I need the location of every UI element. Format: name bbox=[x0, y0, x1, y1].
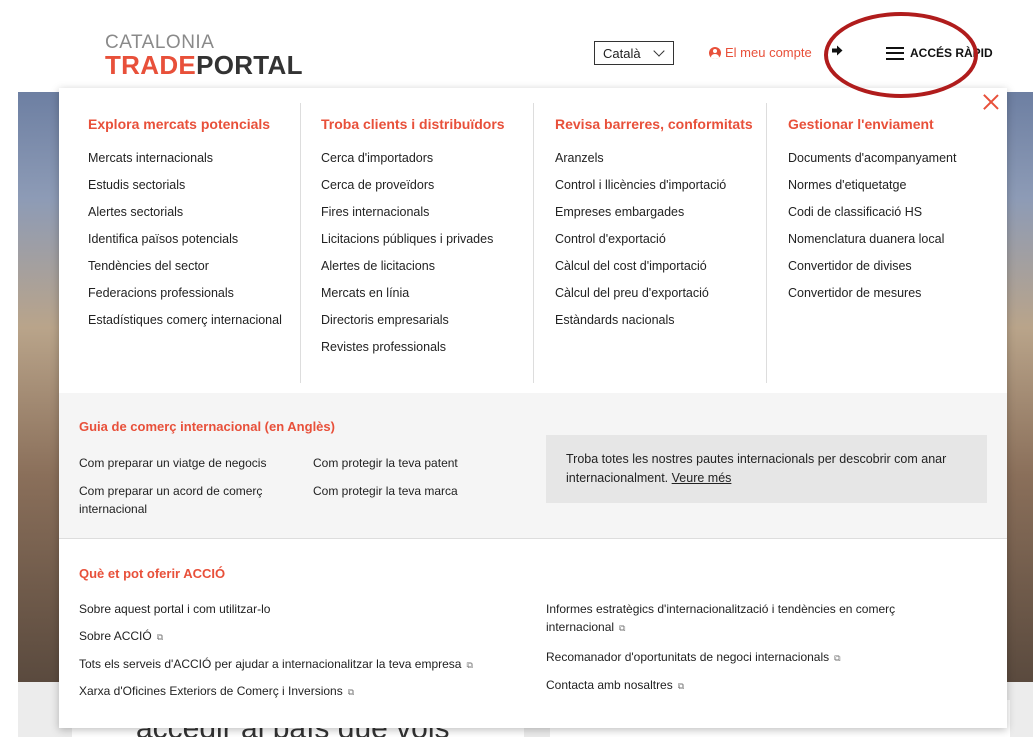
menu-link[interactable]: Directoris empresarials bbox=[321, 313, 505, 340]
accio-link[interactable]: Contacta amb nosaltres ⧉ bbox=[546, 676, 684, 695]
menu-link[interactable]: Control i llicències d'importació bbox=[555, 178, 753, 205]
language-select[interactable]: Català bbox=[594, 41, 674, 65]
menu-link[interactable]: Federacions professionals bbox=[88, 286, 282, 313]
accio-title: Què et pot oferir ACCIÓ bbox=[79, 566, 226, 581]
external-link-icon: ⧉ bbox=[677, 681, 685, 691]
external-link-icon: ⧉ bbox=[156, 632, 164, 642]
accio-link[interactable]: Tots els serveis d'ACCIÓ per ajudar a in… bbox=[79, 655, 473, 674]
column-title: Troba clients i distribuïdors bbox=[321, 116, 505, 132]
accio-link[interactable]: Informes estratègics d'internacionalitza… bbox=[546, 600, 946, 637]
account-link[interactable]: El meu compte bbox=[709, 45, 812, 60]
menu-link[interactable]: Càlcul del preu d'exportació bbox=[555, 286, 753, 313]
column-title: Revisa barreres, conformitats bbox=[555, 116, 753, 132]
account-label: El meu compte bbox=[725, 45, 812, 60]
menu-link[interactable]: Documents d'acompanyament bbox=[788, 151, 956, 178]
external-link-icon: ⧉ bbox=[619, 623, 626, 633]
menu-link[interactable]: Empreses embargades bbox=[555, 205, 753, 232]
menu-column-barriers: Revisa barreres, conformitats Aranzels C… bbox=[555, 116, 753, 340]
menu-link[interactable]: Aranzels bbox=[555, 151, 753, 178]
menu-link[interactable]: Control d'exportació bbox=[555, 232, 753, 259]
guide-info-box: Troba totes les nostres pautes internaci… bbox=[546, 435, 987, 503]
menu-link[interactable]: Cerca de proveïdors bbox=[321, 178, 505, 205]
external-link-icon: ⧉ bbox=[347, 687, 355, 697]
menu-link[interactable]: Càlcul del cost d'importació bbox=[555, 259, 753, 286]
guide-link[interactable]: Com preparar un acord de comerç internac… bbox=[79, 482, 289, 518]
accio-link[interactable]: Sobre aquest portal i com utilitzar-lo bbox=[79, 600, 270, 618]
logout-icon[interactable] bbox=[832, 45, 843, 59]
menu-link[interactable]: Identifica països potencials bbox=[88, 232, 282, 259]
menu-link[interactable]: Revistes professionals bbox=[321, 340, 505, 367]
guide-info-text: Troba totes les nostres pautes internaci… bbox=[566, 452, 947, 485]
menu-column-shipping: Gestionar l'enviament Documents d'acompa… bbox=[788, 116, 956, 313]
menu-link[interactable]: Mercats en línia bbox=[321, 286, 505, 313]
menu-link[interactable]: Normes d'etiquetatge bbox=[788, 178, 956, 205]
language-value: Català bbox=[603, 45, 641, 61]
column-title: Gestionar l'enviament bbox=[788, 116, 934, 132]
column-divider bbox=[766, 103, 767, 383]
user-icon bbox=[709, 46, 721, 59]
menu-link[interactable]: Convertidor de divises bbox=[788, 259, 956, 286]
section-divider bbox=[59, 538, 1007, 539]
guide-link[interactable]: Com protegir la teva marca bbox=[313, 482, 458, 500]
logo-tradeportal: TRADEPORTAL bbox=[105, 50, 303, 80]
menu-link[interactable]: Fires internacionals bbox=[321, 205, 505, 232]
guide-link[interactable]: Com protegir la teva patent bbox=[313, 454, 458, 472]
menu-link[interactable]: Mercats internacionals bbox=[88, 151, 282, 178]
column-title: Explora mercats potencials bbox=[88, 116, 271, 132]
site-header: CATALONIA TRADEPORTAL Català El meu comp… bbox=[0, 0, 1033, 92]
menu-column-explore: Explora mercats potencials Mercats inter… bbox=[88, 116, 282, 340]
accio-link[interactable]: Sobre ACCIÓ ⧉ bbox=[79, 627, 163, 646]
menu-link[interactable]: Tendències del sector bbox=[88, 259, 282, 286]
close-icon[interactable] bbox=[981, 92, 1001, 112]
menu-link[interactable]: Estadístiques comerç internacional bbox=[88, 313, 282, 340]
see-more-link[interactable]: Veure més bbox=[672, 471, 732, 485]
guide-title: Guia de comerç internacional (en Anglès) bbox=[79, 419, 335, 434]
menu-link[interactable]: Alertes de licitacions bbox=[321, 259, 505, 286]
menu-link[interactable]: Convertidor de mesures bbox=[788, 286, 956, 313]
external-link-icon: ⧉ bbox=[834, 653, 841, 663]
menu-link[interactable]: Estàndards nacionals bbox=[555, 313, 753, 340]
guide-link[interactable]: Com preparar un viatge de negocis bbox=[79, 454, 266, 472]
external-link-icon: ⧉ bbox=[466, 660, 473, 670]
column-divider bbox=[533, 103, 534, 383]
menu-link[interactable]: Alertes sectorials bbox=[88, 205, 282, 232]
menu-link[interactable]: Licitacions públiques i privades bbox=[321, 232, 505, 259]
quick-access-button[interactable]: ACCÉS RÀPID bbox=[886, 46, 993, 60]
menu-link[interactable]: Cerca d'importadors bbox=[321, 151, 505, 178]
menu-link[interactable]: Nomenclatura duanera local bbox=[788, 232, 956, 259]
accio-link[interactable]: Recomanador d'oportunitats de negoci int… bbox=[546, 648, 841, 667]
hamburger-icon bbox=[886, 46, 904, 60]
chevron-down-icon bbox=[653, 45, 665, 57]
menu-column-clients: Troba clients i distribuïdors Cerca d'im… bbox=[321, 116, 505, 367]
menu-link[interactable]: Codi de classificació HS bbox=[788, 205, 956, 232]
quick-access-label: ACCÉS RÀPID bbox=[910, 46, 993, 60]
menu-link[interactable]: Estudis sectorials bbox=[88, 178, 282, 205]
column-divider bbox=[300, 103, 301, 383]
accio-link[interactable]: Xarxa d'Oficines Exteriors de Comerç i I… bbox=[79, 682, 354, 701]
site-logo[interactable]: CATALONIA TRADEPORTAL bbox=[105, 33, 303, 80]
